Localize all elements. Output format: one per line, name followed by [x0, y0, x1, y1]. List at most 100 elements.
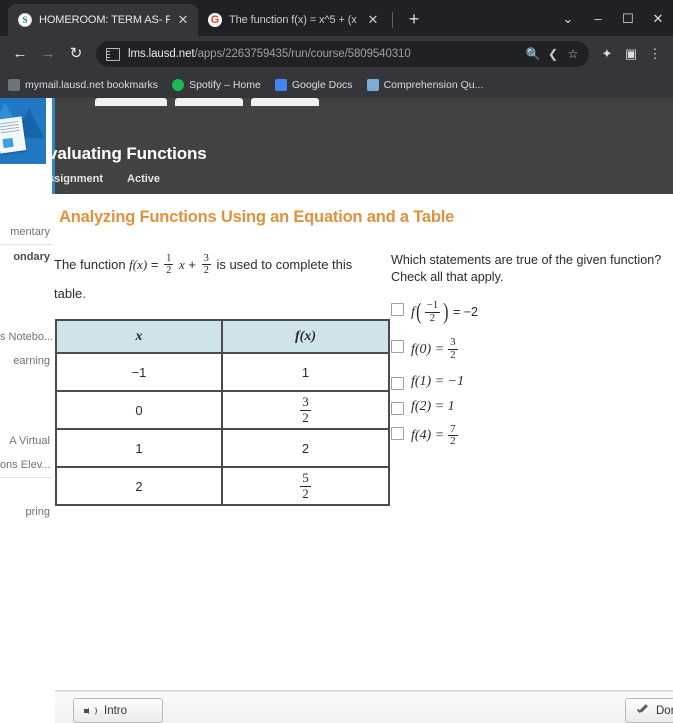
- option-label-4: f(2) = 1: [411, 399, 455, 414]
- fraction-denominator: 2: [424, 311, 441, 325]
- maximize-icon[interactable]: ☐: [613, 8, 643, 30]
- table-cell-fx: 2: [221, 428, 390, 468]
- bookmark-item[interactable]: Google Docs: [274, 79, 353, 91]
- table-cell-x: 0: [55, 390, 223, 430]
- right-column: Which statements are true of the given f…: [391, 250, 673, 506]
- site-sidebar: mentary ondary s Notebo... earning A Vir…: [0, 98, 52, 723]
- share-icon[interactable]: ❮: [543, 47, 563, 61]
- tab-search-icon[interactable]: ⌄: [553, 8, 583, 30]
- sidebar-item-secondary[interactable]: ondary: [0, 245, 52, 269]
- function-table: x f(x) −1 1 0 3 2 1 2 2 5 2: [55, 319, 390, 506]
- tab-title: The function f(x) = x^5 + (x + 3)^: [229, 14, 360, 26]
- option-row-5[interactable]: f(4) = 7 2: [391, 422, 673, 449]
- status-badge: Active: [127, 173, 161, 185]
- bookmark-label: Spotify – Home: [189, 79, 261, 91]
- three-dot-menu-icon[interactable]: ⋮: [643, 46, 667, 62]
- option-row-2[interactable]: f(0) = 3 2: [391, 335, 673, 362]
- bookmark-item[interactable]: mymail.lausd.net bookmarks: [8, 79, 158, 91]
- table-row: 2 5 2: [55, 466, 390, 506]
- option-row-3[interactable]: f(1) = −1: [391, 374, 673, 390]
- lms-content-card: valuating Functions ssignment Active Ana…: [52, 98, 673, 723]
- bookmarks-bar: mymail.lausd.net bookmarks Spotify – Hom…: [0, 72, 673, 98]
- google-icon: [208, 13, 222, 27]
- sidebar-item-elementary[interactable]: mentary: [0, 220, 52, 244]
- schoology-icon: S: [18, 13, 32, 27]
- question-text: Which statements are true of the given f…: [391, 252, 673, 286]
- option-row-4[interactable]: f(2) = 1: [391, 399, 673, 415]
- url-path: /apps/2263759435/run/course/5809540310: [194, 48, 411, 60]
- fraction-denominator: 2: [164, 264, 174, 277]
- table-row: −1 1: [55, 352, 390, 392]
- checkbox-option-2[interactable]: [391, 339, 404, 353]
- table-cell-x: 2: [55, 466, 223, 506]
- question-line2: Check all that apply.: [391, 270, 504, 284]
- minimize-icon[interactable]: –: [583, 8, 613, 30]
- checkbox-option-5[interactable]: [391, 426, 404, 440]
- table-header-fx: f(x): [221, 319, 390, 354]
- lms-tab-fragment[interactable]: [175, 98, 243, 106]
- close-icon[interactable]: ✕: [176, 13, 190, 27]
- content-columns: The function f(x) = 1 2 x + 3 2 is used …: [54, 250, 673, 506]
- checkbox-option-1[interactable]: [391, 303, 404, 316]
- browser-tab-2[interactable]: The function f(x) = x^5 + (x + 3)^ ✕: [198, 4, 388, 36]
- prompt-line1-b: is used to complete this: [216, 257, 353, 272]
- spotify-icon: [172, 79, 185, 91]
- option-label-1: f ( −1 2 ) = −2: [411, 299, 478, 325]
- sidebar-item-virtual[interactable]: A Virtual: [0, 429, 52, 453]
- forward-icon[interactable]: →: [34, 40, 62, 68]
- star-icon[interactable]: ☆: [563, 47, 583, 61]
- sidebar-item-learning[interactable]: earning: [0, 349, 52, 373]
- done-button[interactable]: Don: [625, 698, 673, 723]
- option-label-2: f(0) = 3 2: [411, 335, 460, 362]
- option-row-1[interactable]: f ( −1 2 ) = −2: [391, 299, 673, 325]
- assignment-type-label: ssignment: [52, 173, 104, 185]
- fraction-result-5: 7 2: [448, 422, 458, 449]
- table-row: 0 3 2: [55, 390, 390, 430]
- fraction-numerator: 3: [450, 335, 456, 348]
- done-button-label: Don: [656, 704, 673, 717]
- lms-tab-fragment[interactable]: [95, 98, 167, 106]
- address-bar[interactable]: lms.lausd.net/apps/2263759435/run/course…: [96, 41, 589, 67]
- prompt-line2: table.: [54, 286, 86, 301]
- function-symbol: f: [411, 304, 415, 320]
- close-icon[interactable]: ✕: [366, 13, 380, 27]
- checkbox-option-3[interactable]: [391, 376, 404, 390]
- new-tab-button[interactable]: +: [401, 7, 427, 33]
- bookmark-item[interactable]: Spotify – Home: [172, 79, 261, 91]
- table-cell-x: 1: [55, 428, 223, 468]
- prompt-line1-a: The function: [54, 257, 126, 272]
- lms-meta: ssignment Active: [52, 173, 673, 185]
- fraction-numerator: 7: [450, 422, 456, 435]
- back-icon[interactable]: ←: [6, 40, 34, 68]
- close-window-icon[interactable]: ✕: [643, 8, 673, 30]
- fraction-denominator: 2: [300, 485, 311, 501]
- comprehension-icon: [366, 79, 379, 91]
- menu-spacer: [0, 164, 52, 220]
- table-cell-fx: 1: [221, 352, 390, 392]
- side-panel-icon[interactable]: ▣: [619, 46, 643, 62]
- fraction-numerator: −1: [426, 299, 439, 311]
- sidebar-item-notebook[interactable]: s Notebo...: [0, 325, 52, 349]
- option-result-1: = −2: [452, 304, 478, 319]
- table-row: 1 2: [55, 428, 390, 468]
- prompt-function: f(x): [129, 257, 148, 272]
- function-expression-5: f(4) =: [411, 428, 445, 444]
- lms-tab-fragment[interactable]: [251, 98, 319, 106]
- fraction-argument: −1 2: [424, 299, 441, 325]
- bookmark-label: mymail.lausd.net bookmarks: [25, 79, 159, 91]
- tab-separator: [392, 12, 393, 28]
- site-info-icon[interactable]: [106, 47, 120, 61]
- browser-tab-1[interactable]: S HOMEROOM: TERM AS- PERIOD ✕: [8, 4, 198, 36]
- prompt-plus: +: [188, 257, 196, 272]
- checkbox-option-4[interactable]: [391, 401, 404, 415]
- intro-button[interactable]: Intro: [73, 698, 163, 723]
- sidebar-item-spring[interactable]: pring: [0, 500, 52, 524]
- fraction-value: 3 2: [300, 395, 311, 424]
- puzzle-icon[interactable]: ✦: [595, 46, 619, 62]
- fraction-value: 5 2: [300, 471, 311, 500]
- search-icon[interactable]: 🔍: [523, 47, 543, 61]
- sidebar-item-elev[interactable]: ons Elev...: [0, 453, 52, 477]
- bookmark-item[interactable]: Comprehension Qu...: [366, 79, 483, 91]
- reload-icon[interactable]: ↻: [62, 40, 90, 68]
- url-text: lms.lausd.net/apps/2263759435/run/course…: [128, 48, 523, 60]
